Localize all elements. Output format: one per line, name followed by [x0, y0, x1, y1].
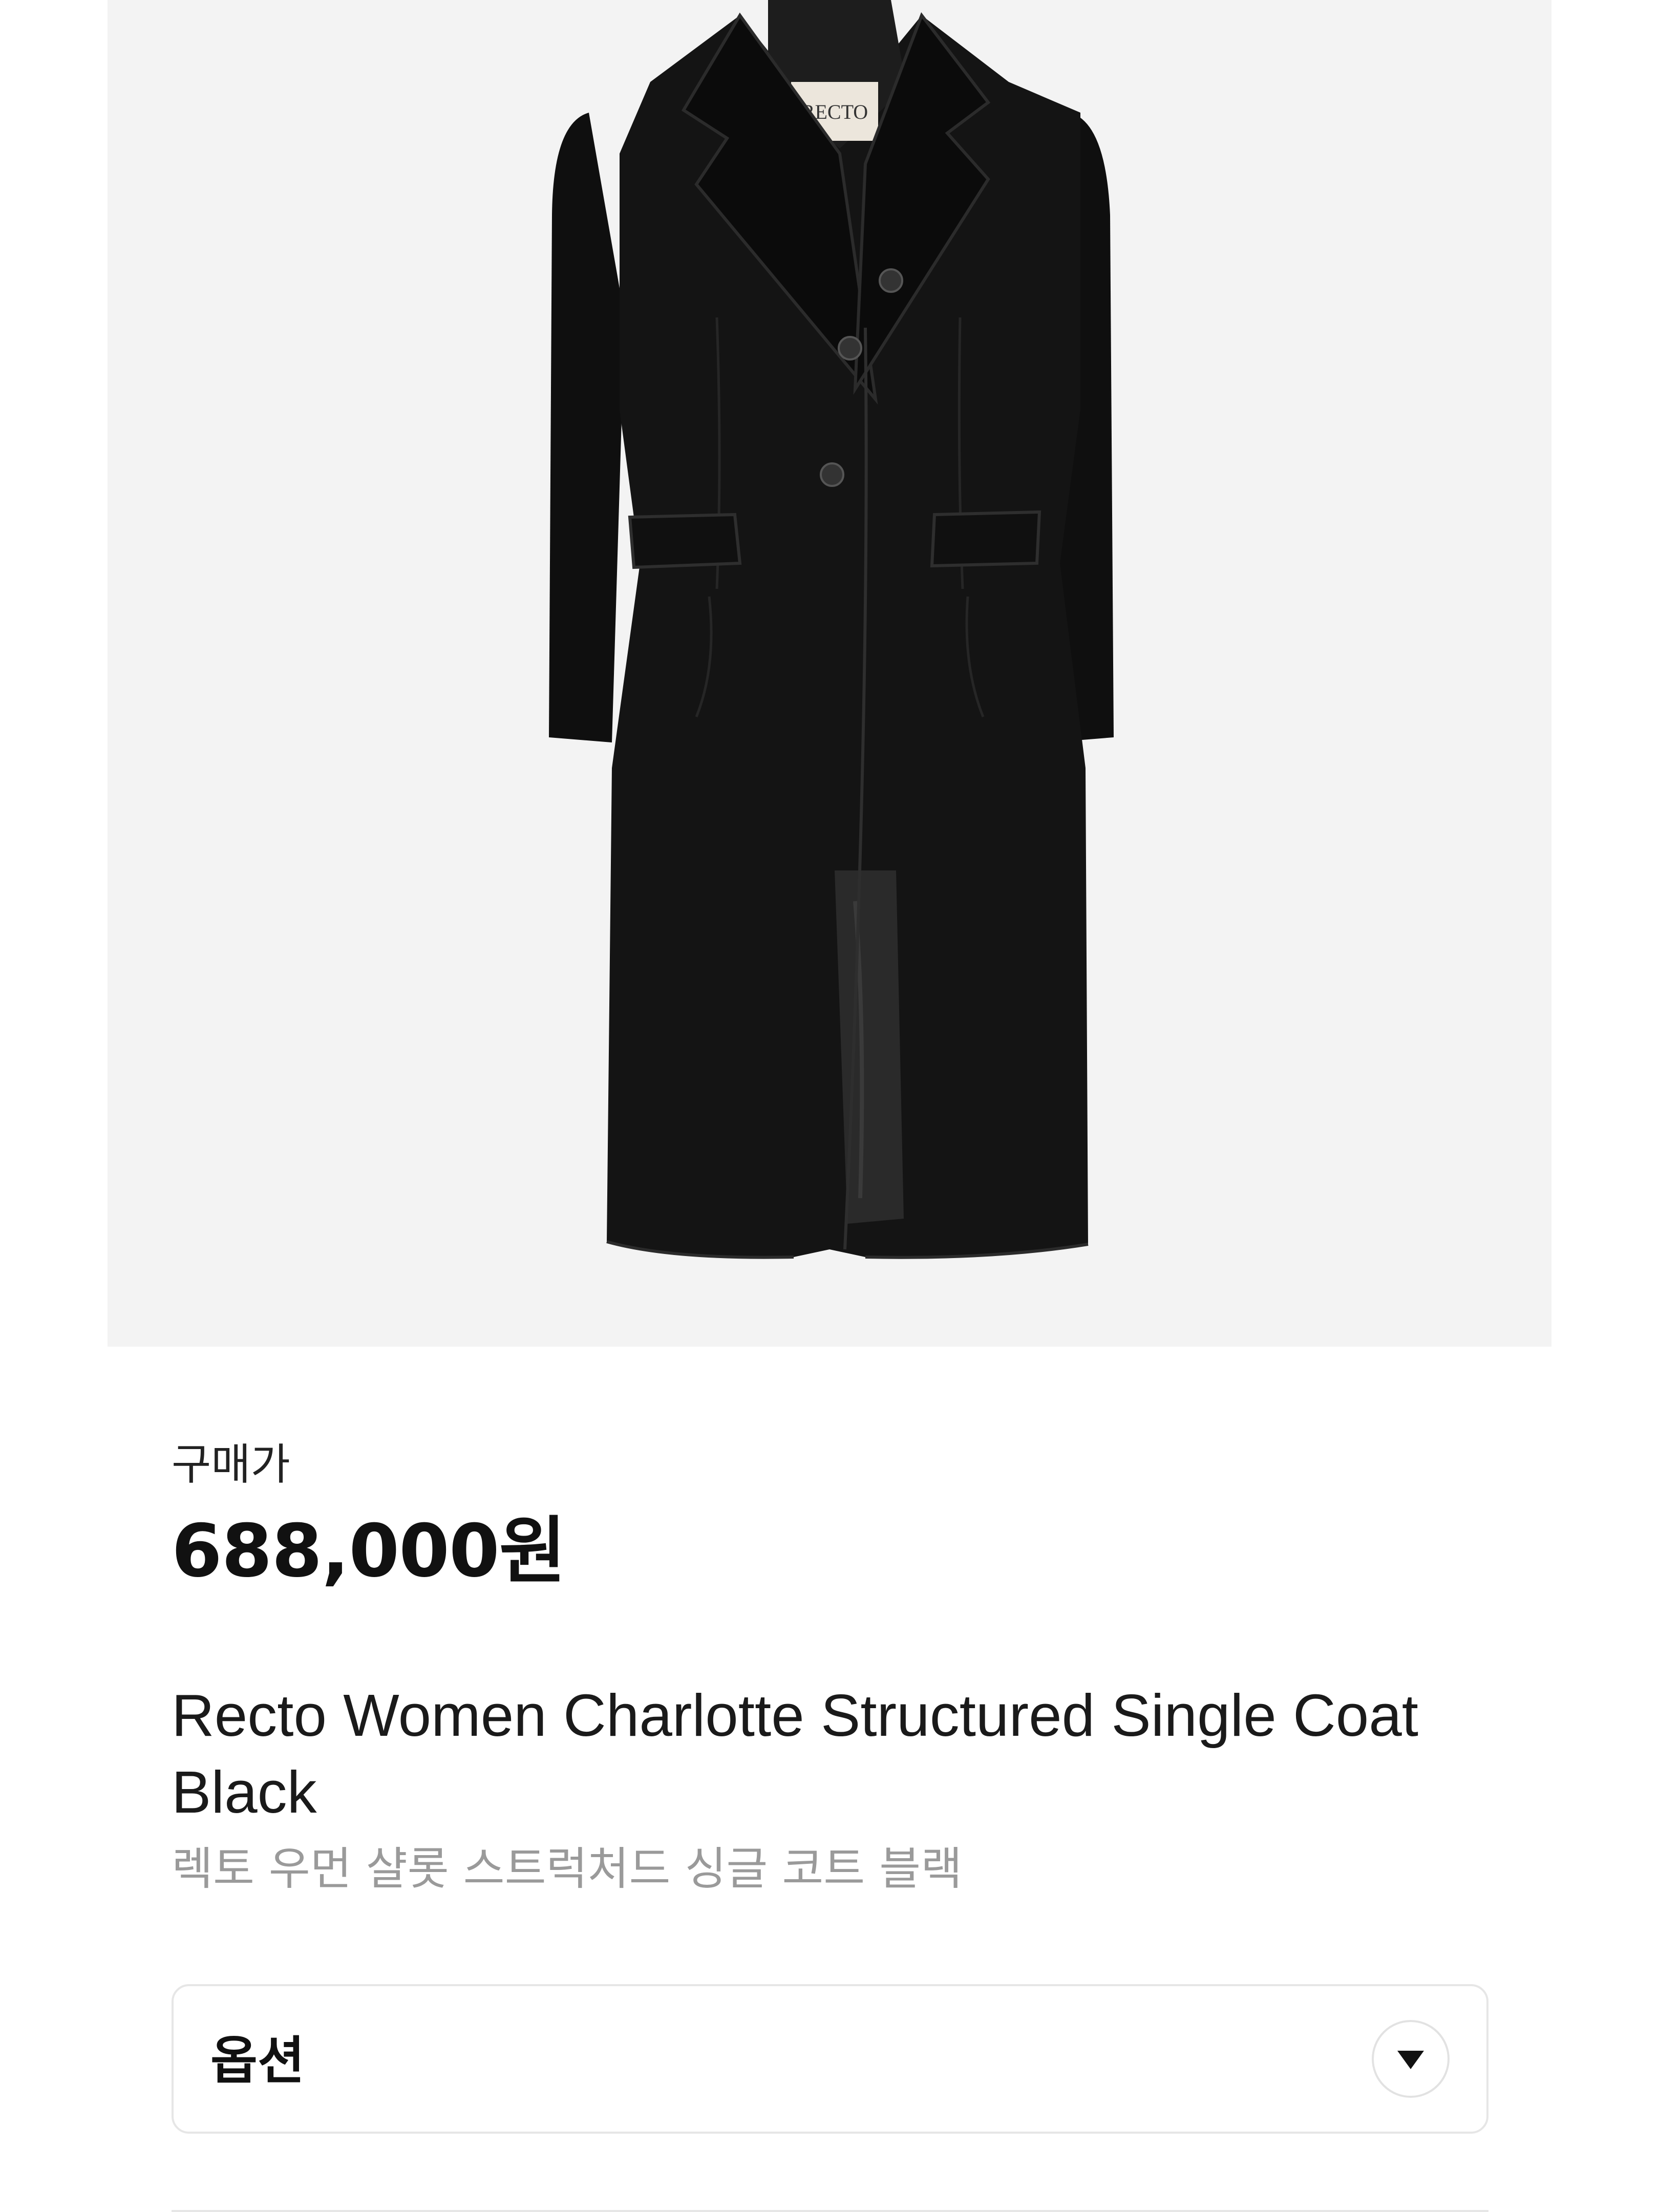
coat-illustration: RECTO — [549, 0, 1114, 1259]
product-price: 688,000원 — [172, 1509, 566, 1593]
price-label: 구매가 — [172, 1439, 290, 1490]
product-name-korean: 렉토 우먼 샬롯 스트럭처드 싱글 코트 블랙 — [172, 1842, 963, 1895]
product-image[interactable]: RECTO — [108, 0, 1551, 1347]
option-select[interactable]: 옵션 — [172, 1984, 1488, 2134]
chevron-down-icon[interactable] — [1372, 2020, 1450, 2098]
option-label: 옵션 — [210, 2031, 305, 2091]
product-name-english: Recto Women Charlotte Structured Single … — [172, 1682, 1419, 1825]
section-divider — [172, 2210, 1488, 2212]
